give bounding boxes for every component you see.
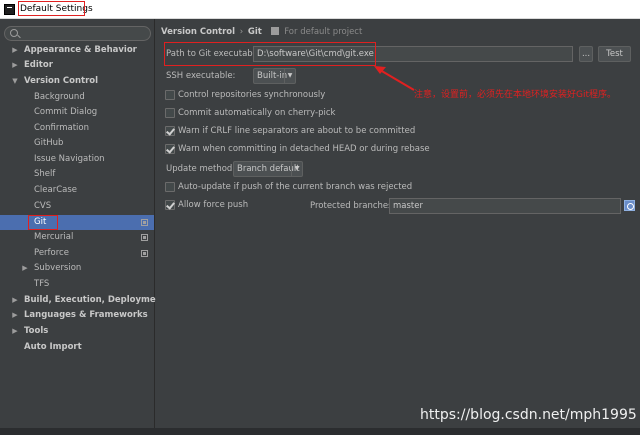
bottom-strip (0, 428, 640, 435)
sidebar-item-shelf[interactable]: Shelf (0, 167, 154, 182)
sidebar-item-issue-navigation[interactable]: Issue Navigation (0, 152, 154, 167)
control-repositories-sync-label: Control repositories synchronously (178, 90, 326, 100)
sidebar-item-label: Commit Dialog (34, 107, 98, 117)
sidebar-item-label: Confirmation (34, 123, 89, 133)
sidebar-item-label: Shelf (34, 169, 56, 179)
sidebar-item-label: Languages & Frameworks (24, 310, 148, 320)
sidebar-item-label: Perforce (34, 248, 69, 258)
allow-force-push-label: Allow force push (178, 200, 249, 210)
sidebar-item-editor[interactable]: ▶ Editor (0, 58, 154, 73)
control-repositories-sync-checkbox[interactable] (165, 90, 175, 100)
project-scope-icon (270, 27, 279, 35)
sidebar-item-tools[interactable]: ▶ Tools (0, 324, 154, 339)
chevron-right-icon[interactable]: ▶ (21, 261, 29, 276)
chevron-right-icon[interactable]: ▶ (11, 308, 19, 323)
sidebar-item-label: Version Control (24, 76, 99, 86)
ssh-executable-label: SSH executable: (166, 71, 236, 81)
sidebar-item-label: Build, Execution, Deployment (24, 295, 166, 305)
sidebar-item-subversion[interactable]: ▶ Subversion (0, 261, 154, 276)
breadcrumb-version-control: Version Control (161, 27, 236, 37)
sidebar-item-perforce[interactable]: Perforce (0, 246, 154, 261)
sidebar-item-languages-frameworks[interactable]: ▶ Languages & Frameworks (0, 308, 154, 323)
breadcrumb-separator: › (239, 27, 244, 37)
chevron-down-icon: ▼ (291, 162, 302, 176)
sidebar-item-tfs[interactable]: TFS (0, 277, 154, 292)
auto-update-label: Auto-update if push of the current branc… (178, 182, 413, 192)
browse-button[interactable]: ... (579, 46, 593, 62)
ssh-executable-value: Built-in (257, 71, 288, 81)
git-highlight-box (28, 215, 58, 230)
sidebar-item-appearance-behavior[interactable]: ▶ Appearance & Behavior (0, 43, 154, 58)
sidebar-item-label: Mercurial (34, 232, 74, 242)
branch-editor-icon[interactable] (624, 200, 635, 211)
project-scope-icon (141, 250, 148, 257)
commit-cherry-pick-checkbox[interactable] (165, 108, 175, 118)
commit-cherry-pick-label: Commit automatically on cherry-pick (178, 108, 336, 118)
sidebar-item-cvs[interactable]: CVS (0, 199, 154, 214)
sidebar-item-label: CVS (34, 201, 52, 211)
sidebar-item-label: Editor (24, 60, 53, 70)
title-highlight-box (18, 1, 85, 16)
settings-search-input[interactable] (4, 26, 151, 41)
sidebar-item-mercurial[interactable]: Mercurial (0, 230, 154, 245)
chevron-right-icon[interactable]: ▶ (11, 58, 19, 73)
git-path-highlight-box (164, 42, 376, 66)
git-settings-panel: Version Control › Git For default projec… (156, 19, 640, 435)
sidebar-item-background[interactable]: Background (0, 90, 154, 105)
sidebar-item-confirmation[interactable]: Confirmation (0, 121, 154, 136)
sidebar-item-clearcase[interactable]: ClearCase (0, 183, 154, 198)
sidebar-item-version-control[interactable]: ▼ Version Control (0, 74, 154, 89)
watermark: https://blog.csdn.net/mph1995 (420, 407, 637, 423)
window-titlebar: Default Settings (0, 0, 640, 19)
app-icon (4, 4, 15, 15)
chevron-down-icon[interactable]: ▼ (11, 74, 19, 89)
settings-sidebar: ▶ Appearance & Behavior ▶ Editor ▼ Versi… (0, 19, 166, 435)
warn-crlf-label: Warn if CRLF line separators are about t… (178, 126, 416, 136)
warn-crlf-checkbox[interactable] (165, 126, 175, 136)
ssh-executable-select[interactable]: Built-in ▼ (253, 68, 296, 84)
protected-branches-field[interactable]: master (389, 198, 621, 214)
update-method-select[interactable]: Branch default ▼ (233, 161, 303, 177)
breadcrumb-git: Git (247, 27, 262, 37)
sidebar-item-label: TFS (34, 279, 50, 289)
sidebar-item-label: Appearance & Behavior (24, 45, 137, 55)
chevron-right-icon[interactable]: ▶ (11, 293, 19, 308)
sidebar-item-github[interactable]: GitHub (0, 136, 154, 151)
warn-detached-head-label: Warn when committing in detached HEAD or… (178, 144, 430, 154)
chevron-right-icon[interactable]: ▶ (11, 43, 19, 58)
sidebar-item-label: Issue Navigation (34, 154, 105, 164)
search-icon (10, 29, 18, 37)
auto-update-checkbox[interactable] (165, 182, 175, 192)
project-scope-icon (141, 234, 148, 241)
sidebar-item-commit-dialog[interactable]: Commit Dialog (0, 105, 154, 120)
sidebar-item-build-execution-deployment[interactable]: ▶ Build, Execution, Deployment (0, 293, 165, 308)
sidebar-item-auto-import[interactable]: Auto Import (0, 340, 154, 355)
test-button[interactable]: Test (598, 46, 631, 62)
protected-branches-label: Protected branches: (310, 201, 396, 211)
annotation-note: 注意，设置前，必须先在本地环境安装好Git程序。 (414, 90, 617, 100)
chevron-down-icon: ▼ (284, 69, 295, 83)
sidebar-item-label: Tools (24, 326, 49, 336)
allow-force-push-checkbox[interactable] (165, 200, 175, 210)
warn-detached-head-checkbox[interactable] (165, 144, 175, 154)
update-method-label: Update method: (166, 164, 236, 174)
sidebar-item-label: Background (34, 92, 85, 102)
sidebar-item-git[interactable]: Git (0, 215, 154, 230)
sidebar-item-label: Auto Import (24, 342, 82, 352)
project-scope-icon (141, 219, 148, 226)
sidebar-item-label: Subversion (34, 263, 82, 273)
chevron-right-icon[interactable]: ▶ (11, 324, 19, 339)
breadcrumb: Version Control › Git For default projec… (161, 26, 362, 38)
sidebar-item-label: ClearCase (34, 185, 78, 195)
sidebar-item-label: GitHub (34, 138, 64, 148)
breadcrumb-scope: For default project (284, 27, 363, 37)
